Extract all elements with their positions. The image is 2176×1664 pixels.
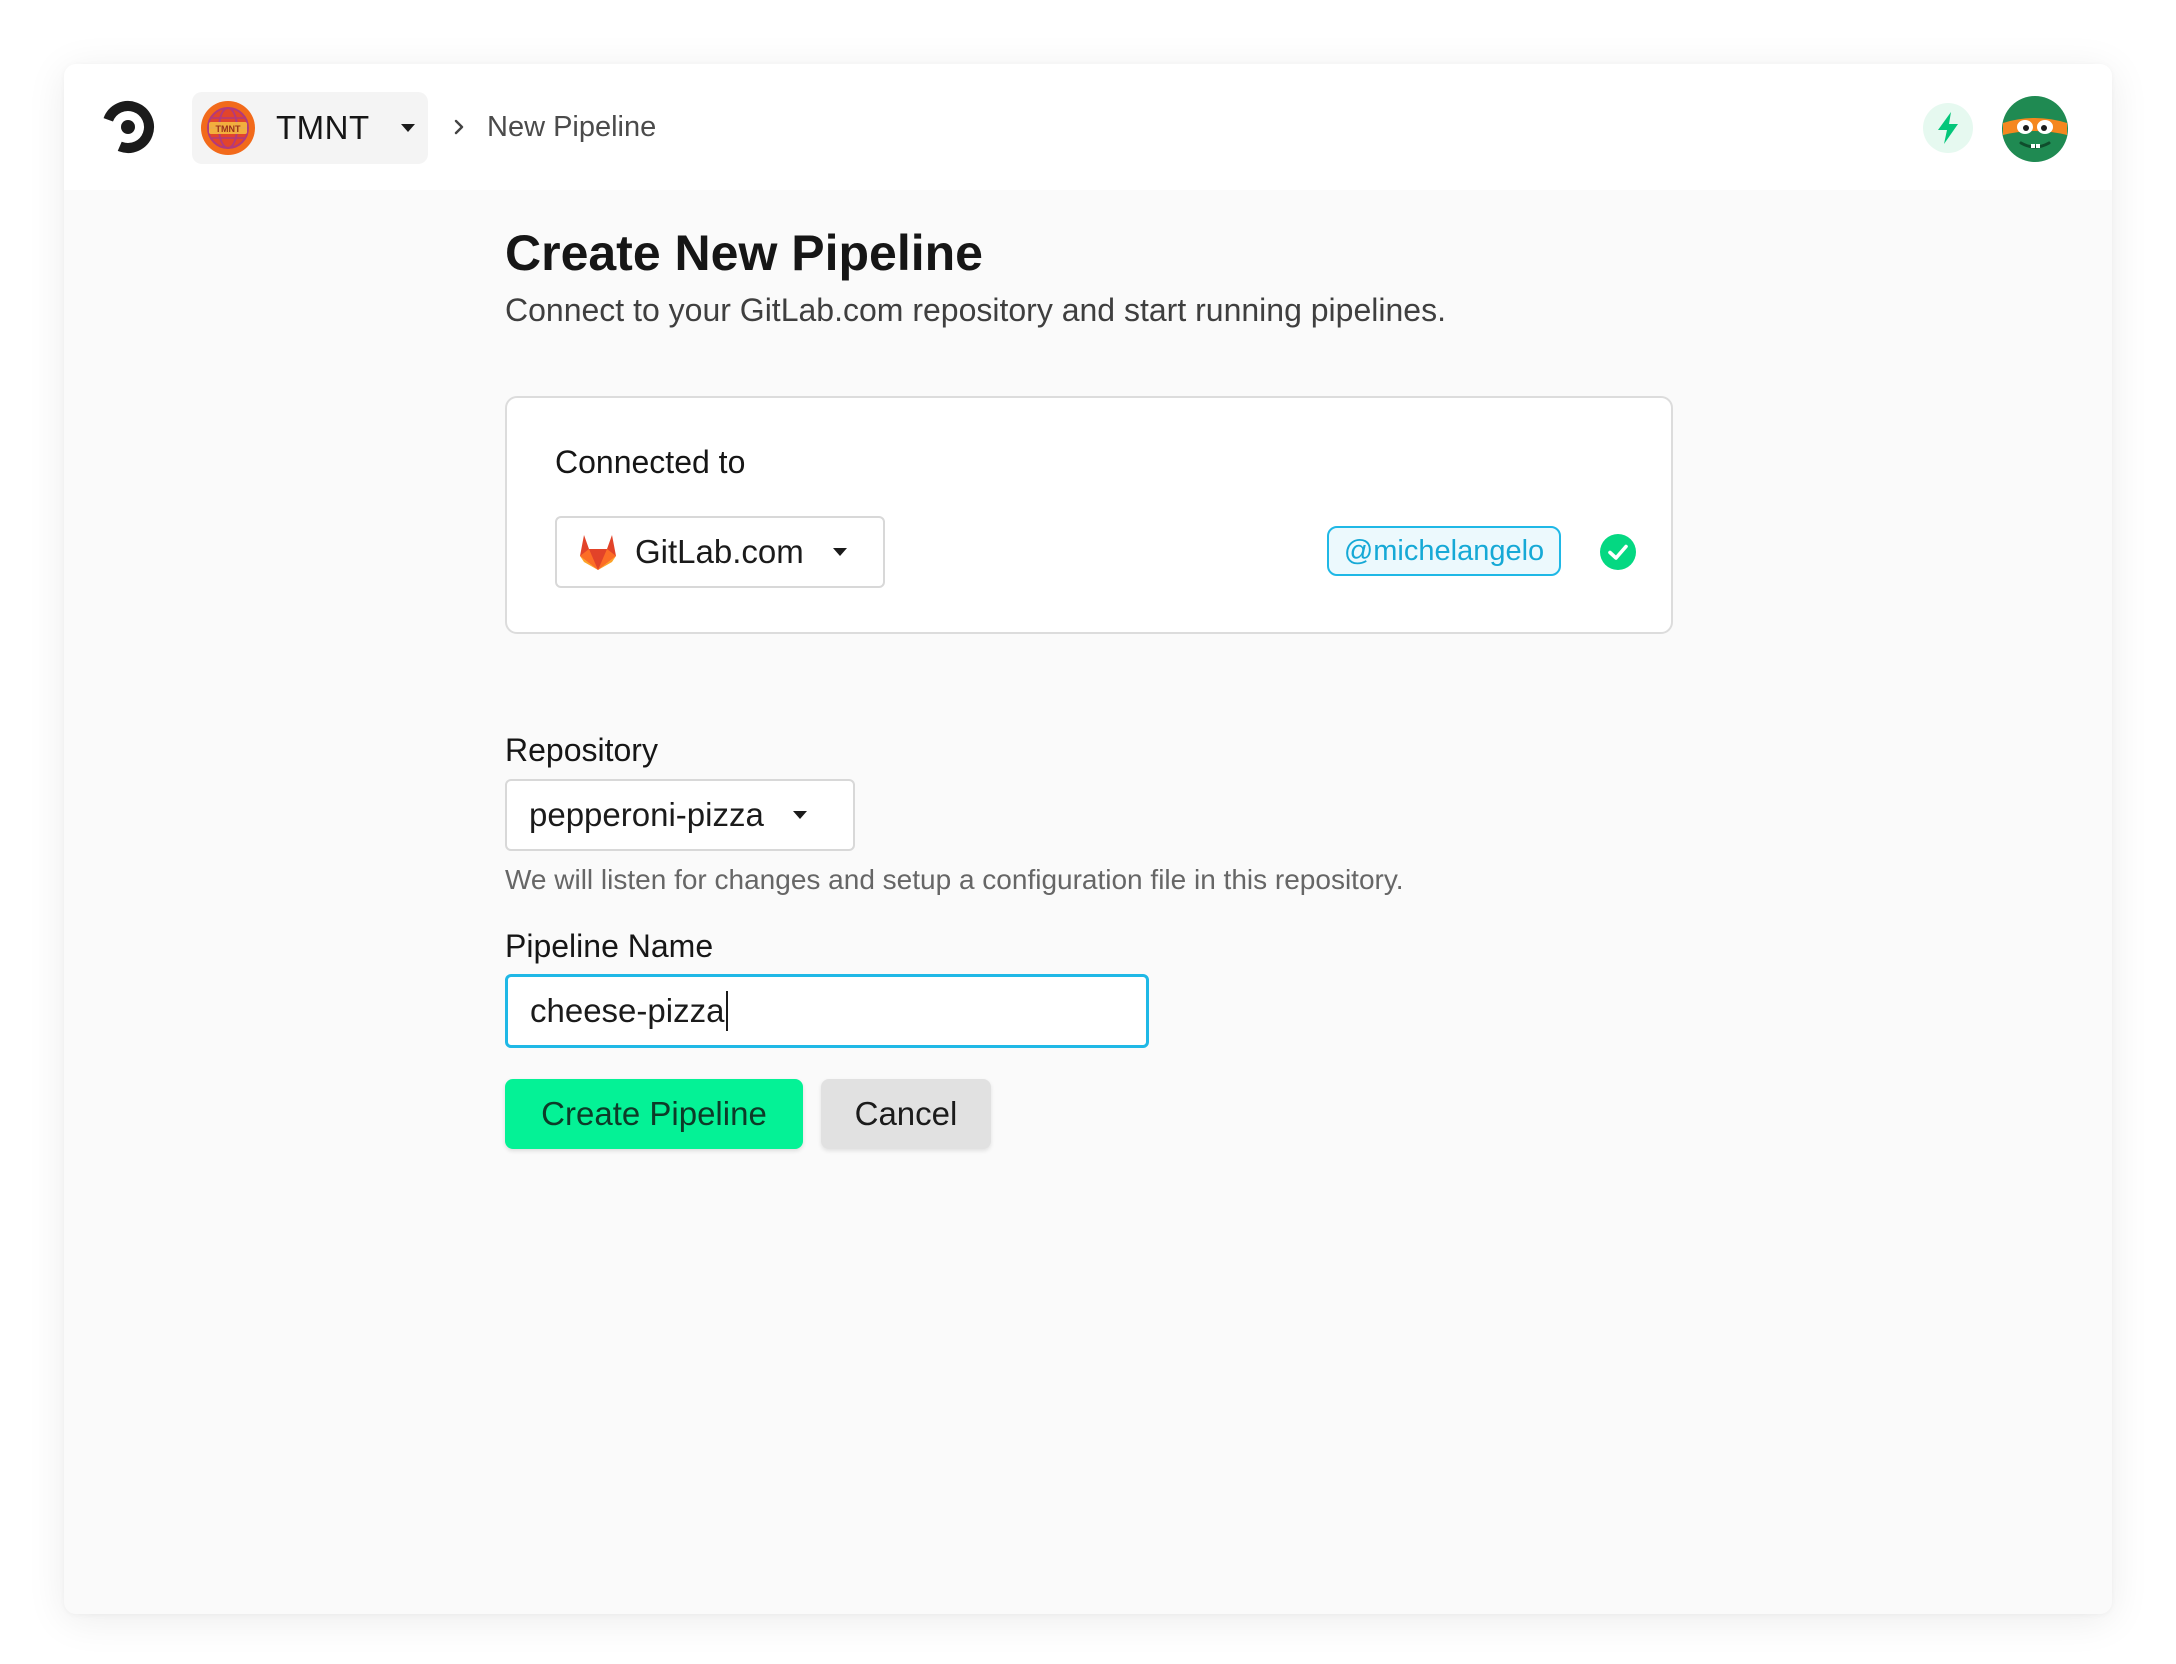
- provider-name: GitLab.com: [635, 533, 804, 570]
- check-circle-icon: [1600, 534, 1636, 570]
- turtle-avatar[interactable]: [2001, 95, 2069, 163]
- chevron-right-icon: [454, 119, 464, 135]
- top-navigation-bar: TMNT TMNT New Pipeline: [64, 64, 2112, 190]
- bolt-button[interactable]: [1923, 103, 1973, 153]
- cancel-button[interactable]: Cancel: [821, 1079, 991, 1149]
- org-name: TMNT: [276, 109, 370, 146]
- provider-select[interactable]: GitLab.com: [555, 516, 885, 588]
- create-pipeline-button[interactable]: Create Pipeline: [505, 1079, 803, 1149]
- page-subtitle: Connect to your GitLab.com repository an…: [505, 292, 1446, 328]
- connected-user-tag[interactable]: @michelangelo: [1327, 526, 1561, 576]
- pipeline-name-value: cheese-pizza: [530, 992, 725, 1029]
- pipeline-name-input[interactable]: cheese-pizza: [505, 974, 1149, 1048]
- org-switcher[interactable]: TMNT TMNT: [192, 92, 428, 164]
- gitlab-icon: [580, 535, 616, 570]
- repository-selected: pepperoni-pizza: [529, 796, 764, 833]
- repository-help-text: We will listen for changes and setup a c…: [505, 864, 1404, 895]
- breadcrumb-current: New Pipeline: [487, 111, 657, 143]
- text-cursor: [726, 991, 729, 1031]
- pipeline-name-label: Pipeline Name: [505, 928, 714, 964]
- connection-card: Connected to GitLab.com @michelangelo: [505, 396, 1673, 634]
- caret-down-icon: [832, 548, 847, 556]
- svg-text:TMNT: TMNT: [216, 124, 241, 134]
- page-title: Create New Pipeline: [505, 225, 983, 281]
- app-window: TMNT TMNT New Pipeline Create New Pipeli…: [64, 64, 2112, 1614]
- caret-down-icon: [792, 811, 807, 819]
- circleci-logo-icon[interactable]: [101, 100, 155, 154]
- repository-label: Repository: [505, 732, 658, 768]
- connected-to-label: Connected to: [555, 444, 746, 480]
- bolt-icon: [1938, 112, 1958, 144]
- caret-down-icon: [400, 124, 415, 132]
- tmnt-org-avatar: TMNT: [201, 101, 255, 155]
- repository-select[interactable]: pepperoni-pizza: [505, 779, 855, 851]
